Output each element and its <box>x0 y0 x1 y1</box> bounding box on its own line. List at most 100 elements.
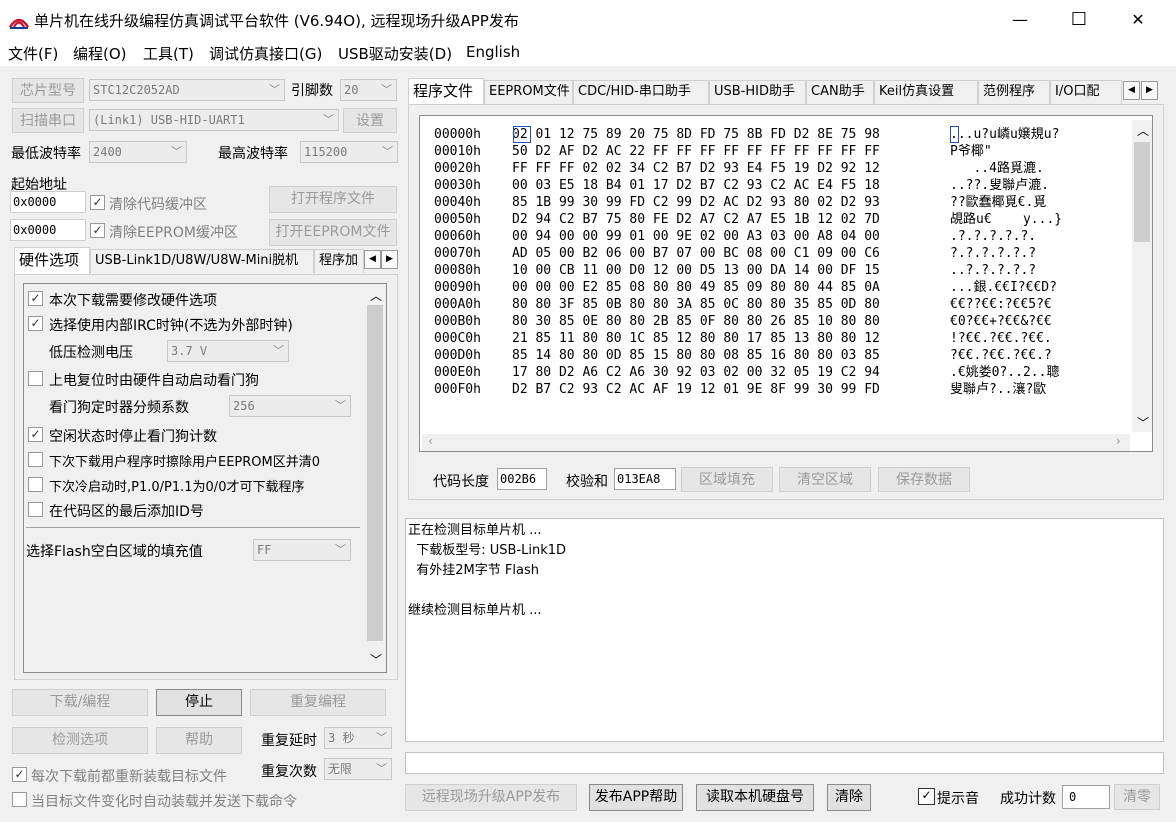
tab-io-config[interactable]: I/O口配 <box>1050 80 1122 104</box>
reload-each-download-checkbox[interactable]: ✓ <box>12 767 27 782</box>
clear-code-checkbox[interactable]: ✓ <box>90 195 105 210</box>
stop-button[interactable]: 停止 <box>156 689 242 716</box>
flash-fill-value: FF <box>257 543 272 557</box>
code-start-address-input[interactable]: 0x0000 <box>10 191 86 213</box>
repeat-program-button[interactable]: 重复编程 <box>250 689 386 716</box>
option-watchdog-autostart-checkbox[interactable] <box>28 371 43 386</box>
menu-program[interactable]: 编程(O) <box>73 43 127 64</box>
open-program-file-button[interactable]: 打开程序文件 <box>269 186 397 213</box>
tab-scroll-left-icon[interactable]: ◀ <box>364 250 381 269</box>
option-erase-eeprom-checkbox[interactable] <box>28 452 43 467</box>
chevron-down-icon: ﹀ <box>273 344 284 357</box>
scroll-down-icon[interactable]: ﹀ <box>1137 414 1149 431</box>
hex-ascii: ..??.叟聯卢漉. <box>950 178 1049 193</box>
low-voltage-select[interactable]: 3.7 V ﹀ <box>167 340 289 362</box>
hex-row: 00080h 10 00 CB 11 00 D0 12 00 D5 13 00 D… <box>420 262 1120 279</box>
menu-usb-driver[interactable]: USB驱动安装(D) <box>338 43 452 64</box>
settings-button[interactable]: 设置 <box>343 108 397 133</box>
app-icon <box>9 18 29 29</box>
low-voltage-label: 低压检测电压 <box>49 345 133 361</box>
scroll-down-icon[interactable]: ﹀ <box>370 651 382 668</box>
menu-file[interactable]: 文件(F) <box>8 43 58 64</box>
help-button[interactable]: 帮助 <box>156 727 242 754</box>
read-disk-id-button[interactable]: 读取本机硬盘号 <box>696 784 814 811</box>
hex-address: 00050h <box>434 212 481 227</box>
tab-eeprom-file[interactable]: EEPROM文件 <box>484 80 573 104</box>
chip-type-value: STC12C2052AD <box>93 83 180 97</box>
hex-view[interactable]: 00000h 02 01 12 75 89 20 75 8D FD 75 8B F… <box>419 115 1153 452</box>
clear-eeprom-label: 清除EEPROM缓冲区 <box>109 225 238 241</box>
hex-ascii: ..4路覓漉. <box>950 161 1044 176</box>
hex-bytes: 80 80 3F 85 0B 80 80 3A 85 0C 80 80 35 8… <box>512 297 880 312</box>
save-data-button[interactable]: 保存数据 <box>878 467 970 492</box>
output-log[interactable]: 正在检测目标单片机 ... 下载板型号: USB-Link1D 有外挂2M字节 … <box>405 518 1164 742</box>
close-button[interactable]: ✕ <box>1116 6 1160 34</box>
auto-load-checkbox[interactable] <box>12 792 27 807</box>
options-scrollbar[interactable]: ︿ ﹀ <box>365 285 385 671</box>
port-select[interactable]: (Link1) USB-HID-UART1 ﹀ <box>89 109 339 131</box>
tab-scroll-left-icon[interactable]: ◀ <box>1123 81 1140 100</box>
publish-help-button[interactable]: 发布APP帮助 <box>589 784 683 811</box>
tab-usb-hid-helper[interactable]: USB-HID助手 <box>709 80 806 104</box>
clear-eeprom-checkbox[interactable]: ✓ <box>90 223 105 238</box>
option-add-id-checkbox[interactable] <box>28 502 43 517</box>
repeat-count-select[interactable]: 无限 ﹀ <box>324 758 392 780</box>
hex-address: 000E0h <box>434 365 481 380</box>
maximize-button[interactable]: ☐ <box>1057 6 1101 34</box>
min-baud-select[interactable]: 2400 ﹀ <box>89 141 187 163</box>
tab-serial-helper[interactable]: CDC/HID-串口助手 <box>573 80 709 104</box>
option-watchdog-autostart-label: 上电复位时由硬件自动启动看门狗 <box>49 373 259 389</box>
hex-horizontal-scrollbar[interactable]: ‹ › <box>422 434 1130 451</box>
option-modify-hardware-checkbox[interactable]: ✓ <box>28 291 43 306</box>
clear-log-button[interactable]: 清除 <box>827 784 871 811</box>
menu-tools[interactable]: 工具(T) <box>143 43 194 64</box>
hex-address: 000D0h <box>434 348 481 363</box>
scroll-up-icon[interactable]: ︿ <box>1137 122 1149 139</box>
flash-fill-select[interactable]: FF ﹀ <box>253 539 351 561</box>
chip-type-button[interactable]: 芯片型号 <box>12 78 84 103</box>
tab-can-helper[interactable]: CAN助手 <box>806 80 874 104</box>
pin-count-select[interactable]: 20 ﹀ <box>340 79 397 101</box>
option-p10-p11-checkbox[interactable] <box>28 477 43 492</box>
beep-checkbox[interactable]: ✓ <box>918 788 935 805</box>
hex-bytes: D2 94 C2 B7 75 80 FE D2 A7 C2 A7 E5 1B 1… <box>512 212 880 227</box>
tab-examples[interactable]: 范例程序 <box>978 80 1050 104</box>
hex-address: 00060h <box>434 229 481 244</box>
detect-options-button[interactable]: 检测选项 <box>12 727 148 754</box>
tab-program-encrypt[interactable]: 程序加 <box>314 249 364 273</box>
menu-english[interactable]: English <box>466 43 520 61</box>
scan-port-button[interactable]: 扫描串口 <box>12 108 84 133</box>
code-length-label: 代码长度 <box>433 474 489 490</box>
option-erase-eeprom-label: 下次下载用户程序时擦除用户EEPROM区并清0 <box>49 455 321 470</box>
checksum-value: 013EA8 <box>614 468 676 490</box>
menu-debug[interactable]: 调试仿真接口(G) <box>209 43 322 64</box>
tab-scroll-right-icon[interactable]: ▶ <box>381 250 398 269</box>
remote-upgrade-publish-button[interactable]: 远程现场升级APP发布 <box>405 784 577 811</box>
area-fill-button[interactable]: 区域填充 <box>681 467 773 492</box>
scroll-up-icon[interactable]: ︿ <box>370 287 382 304</box>
scrollbar-thumb[interactable] <box>367 305 383 641</box>
tab-usb-link-offline[interactable]: USB-Link1D/U8W/U8W-Mini脱机 <box>90 249 314 273</box>
open-eeprom-file-button[interactable]: 打开EEPROM文件 <box>269 219 397 246</box>
eeprom-start-address-input[interactable]: 0x0000 <box>10 219 86 241</box>
option-irc-clock-checkbox[interactable]: ✓ <box>28 316 43 331</box>
max-baud-select[interactable]: 115200 ﹀ <box>300 141 398 163</box>
chip-type-select[interactable]: STC12C2052AD ﹀ <box>89 79 285 101</box>
tab-keil-settings[interactable]: Keil仿真设置 <box>874 80 978 104</box>
divider <box>26 527 360 528</box>
min-baud-label: 最低波特率 <box>11 146 81 162</box>
watchdog-prescaler-select[interactable]: 256 ﹀ <box>229 395 351 417</box>
tab-scroll-right-icon[interactable]: ▶ <box>1141 81 1158 100</box>
scroll-right-icon[interactable]: › <box>1116 434 1121 448</box>
option-idle-stop-watchdog-checkbox[interactable]: ✓ <box>28 427 43 442</box>
hex-vertical-scrollbar[interactable]: ︿ ﹀ <box>1132 120 1152 432</box>
tab-hardware-options[interactable]: 硬件选项 <box>14 247 90 274</box>
scroll-left-icon[interactable]: ‹ <box>428 434 433 448</box>
minimize-button[interactable]: — <box>998 6 1042 34</box>
scrollbar-thumb[interactable] <box>1134 142 1150 242</box>
download-button[interactable]: 下载/编程 <box>12 689 148 716</box>
tab-program-file[interactable]: 程序文件 <box>408 78 484 105</box>
reset-count-button[interactable]: 清零 <box>1114 784 1160 810</box>
repeat-delay-select[interactable]: 3 秒 ﹀ <box>324 727 392 749</box>
clear-area-button[interactable]: 清空区域 <box>779 467 871 492</box>
